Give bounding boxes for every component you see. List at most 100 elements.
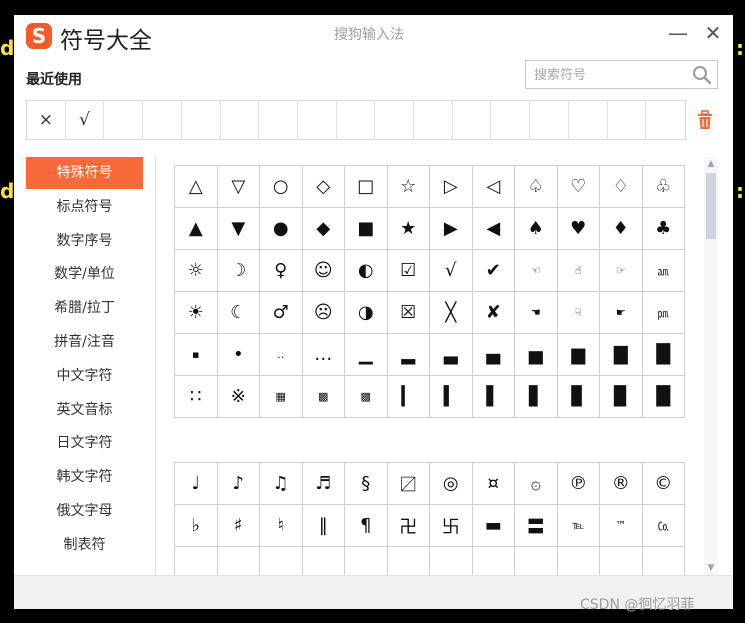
- symbol-cell[interactable]: ◁: [472, 166, 515, 208]
- symbol-cell[interactable]: ♬: [302, 463, 345, 505]
- symbol-cell[interactable]: ▊: [557, 376, 600, 418]
- symbol-cell[interactable]: …: [302, 334, 345, 376]
- symbol-cell[interactable]: ☹: [302, 292, 345, 334]
- sidebar-category-item[interactable]: 日文字符: [26, 427, 143, 459]
- symbol-cell[interactable]: ♩: [175, 463, 218, 505]
- symbol-cell[interactable]: ▍: [430, 376, 473, 418]
- title-bar[interactable]: S 符号大全 搜狗输入法 — ✕: [14, 15, 733, 55]
- recent-symbol-cell[interactable]: [143, 101, 182, 139]
- search-icon[interactable]: [691, 64, 713, 86]
- symbol-cell[interactable]: •: [217, 334, 260, 376]
- symbol-cell[interactable]: ▼: [217, 208, 260, 250]
- symbol-cell[interactable]: ☼: [175, 250, 218, 292]
- symbol-cell[interactable]: ۞: [515, 463, 558, 505]
- scroll-thumb[interactable]: [706, 173, 716, 239]
- symbol-cell[interactable]: ☀: [175, 292, 218, 334]
- recent-symbol-cell[interactable]: [104, 101, 144, 139]
- symbol-cell[interactable]: ★: [387, 208, 430, 250]
- symbol-cell[interactable]: ♦: [600, 208, 643, 250]
- symbol-cell[interactable]: ∷: [175, 376, 218, 418]
- symbol-cell[interactable]: ▋: [515, 376, 558, 418]
- symbol-cell[interactable]: ▬: [472, 505, 515, 547]
- symbol-cell[interactable]: 卐: [430, 505, 473, 547]
- symbol-cell[interactable]: ☟: [557, 292, 600, 334]
- symbol-cell[interactable]: ♤: [515, 166, 558, 208]
- symbol-cell[interactable]: ■: [345, 208, 388, 250]
- symbol-cell[interactable]: ✘: [472, 292, 515, 334]
- symbol-cell[interactable]: █: [642, 334, 685, 376]
- recent-symbol-cell[interactable]: [569, 101, 608, 139]
- symbol-cell[interactable]: [643, 547, 685, 575]
- symbol-cell[interactable]: ▩: [345, 376, 388, 418]
- symbol-cell[interactable]: ☚: [515, 292, 558, 334]
- symbol-cell[interactable]: □: [345, 166, 388, 208]
- recent-symbol-cell[interactable]: [337, 101, 376, 139]
- symbol-cell[interactable]: ℗: [557, 463, 600, 505]
- symbol-cell[interactable]: ♀: [260, 250, 303, 292]
- symbol-cell[interactable]: ☾: [217, 292, 260, 334]
- symbol-cell[interactable]: ♠: [515, 208, 558, 250]
- scroll-up-icon[interactable]: ▲: [704, 157, 718, 171]
- recent-symbol-cell[interactable]: [259, 101, 298, 139]
- symbol-cell[interactable]: ♣: [642, 208, 685, 250]
- scroll-down-icon[interactable]: ▼: [704, 561, 718, 575]
- sidebar-category-item[interactable]: 标点符号: [26, 191, 143, 223]
- recent-symbol-cell[interactable]: [298, 101, 337, 139]
- symbol-cell[interactable]: [558, 547, 600, 575]
- recent-symbol-cell[interactable]: [530, 101, 569, 139]
- symbol-cell[interactable]: [303, 547, 345, 575]
- symbol-cell[interactable]: ♪: [217, 463, 260, 505]
- symbol-cell[interactable]: [430, 547, 473, 575]
- sidebar-category-item[interactable]: 俄文字母: [26, 495, 143, 527]
- symbol-cell[interactable]: [388, 547, 430, 575]
- symbol-cell[interactable]: [218, 547, 260, 575]
- symbol-cell[interactable]: 〼: [387, 463, 430, 505]
- symbol-cell[interactable]: ㏂: [642, 250, 685, 292]
- symbol-cell[interactable]: §: [345, 463, 388, 505]
- close-button[interactable]: ✕: [701, 20, 725, 46]
- symbol-cell[interactable]: ®: [600, 463, 643, 505]
- symbol-cell[interactable]: ◑: [345, 292, 388, 334]
- symbol-cell[interactable]: ▁: [345, 334, 388, 376]
- symbol-cell[interactable]: [473, 547, 515, 575]
- symbol-cell[interactable]: ▉: [600, 376, 643, 418]
- symbol-cell[interactable]: 卍: [387, 505, 430, 547]
- symbol-cell[interactable]: ™: [600, 505, 643, 547]
- sidebar-category-item[interactable]: 希腊/拉丁: [26, 292, 143, 324]
- symbol-cell[interactable]: △: [175, 166, 218, 208]
- recent-symbol-cell[interactable]: [375, 101, 415, 139]
- symbol-cell[interactable]: ◐: [345, 250, 388, 292]
- symbol-cell[interactable]: [515, 547, 558, 575]
- symbol-cell[interactable]: ♫: [260, 463, 303, 505]
- recent-symbol-cell[interactable]: [491, 101, 531, 139]
- symbol-cell[interactable]: ✔: [472, 250, 515, 292]
- recent-symbol-cell[interactable]: [182, 101, 221, 139]
- symbol-cell[interactable]: [175, 547, 218, 575]
- symbol-cell[interactable]: ☒: [387, 292, 430, 334]
- recent-symbol-cell[interactable]: ×: [27, 101, 66, 139]
- sidebar-category-item[interactable]: 数字序号: [26, 225, 143, 257]
- sidebar-category-item[interactable]: 特殊符号: [26, 157, 143, 189]
- symbol-cell[interactable]: ☜: [515, 250, 558, 292]
- symbol-cell[interactable]: ╳: [430, 292, 473, 334]
- symbol-cell[interactable]: [260, 547, 303, 575]
- symbol-cell[interactable]: ▃: [430, 334, 473, 376]
- symbol-cell[interactable]: ▷: [430, 166, 473, 208]
- symbol-cell[interactable]: [600, 547, 643, 575]
- symbol-cell[interactable]: ▶: [430, 208, 473, 250]
- symbol-cell[interactable]: ※: [217, 376, 260, 418]
- symbol-cell[interactable]: ♧: [642, 166, 685, 208]
- recent-symbol-cell[interactable]: [453, 101, 492, 139]
- symbol-cell[interactable]: ♭: [175, 505, 218, 547]
- symbol-cell[interactable]: ¶: [345, 505, 388, 547]
- sidebar-category-item[interactable]: 韩文字符: [26, 461, 143, 493]
- symbol-cell[interactable]: ▽: [217, 166, 260, 208]
- symbol-cell[interactable]: ♥: [557, 208, 600, 250]
- recent-symbol-cell[interactable]: [414, 101, 453, 139]
- symbol-cell[interactable]: ☆: [387, 166, 430, 208]
- symbol-cell[interactable]: ▌: [472, 376, 515, 418]
- symbol-cell[interactable]: ◇: [302, 166, 345, 208]
- symbol-cell[interactable]: ☛: [600, 292, 643, 334]
- sidebar-category-item[interactable]: 英文音标: [26, 394, 143, 426]
- symbol-cell[interactable]: ☝: [557, 250, 600, 292]
